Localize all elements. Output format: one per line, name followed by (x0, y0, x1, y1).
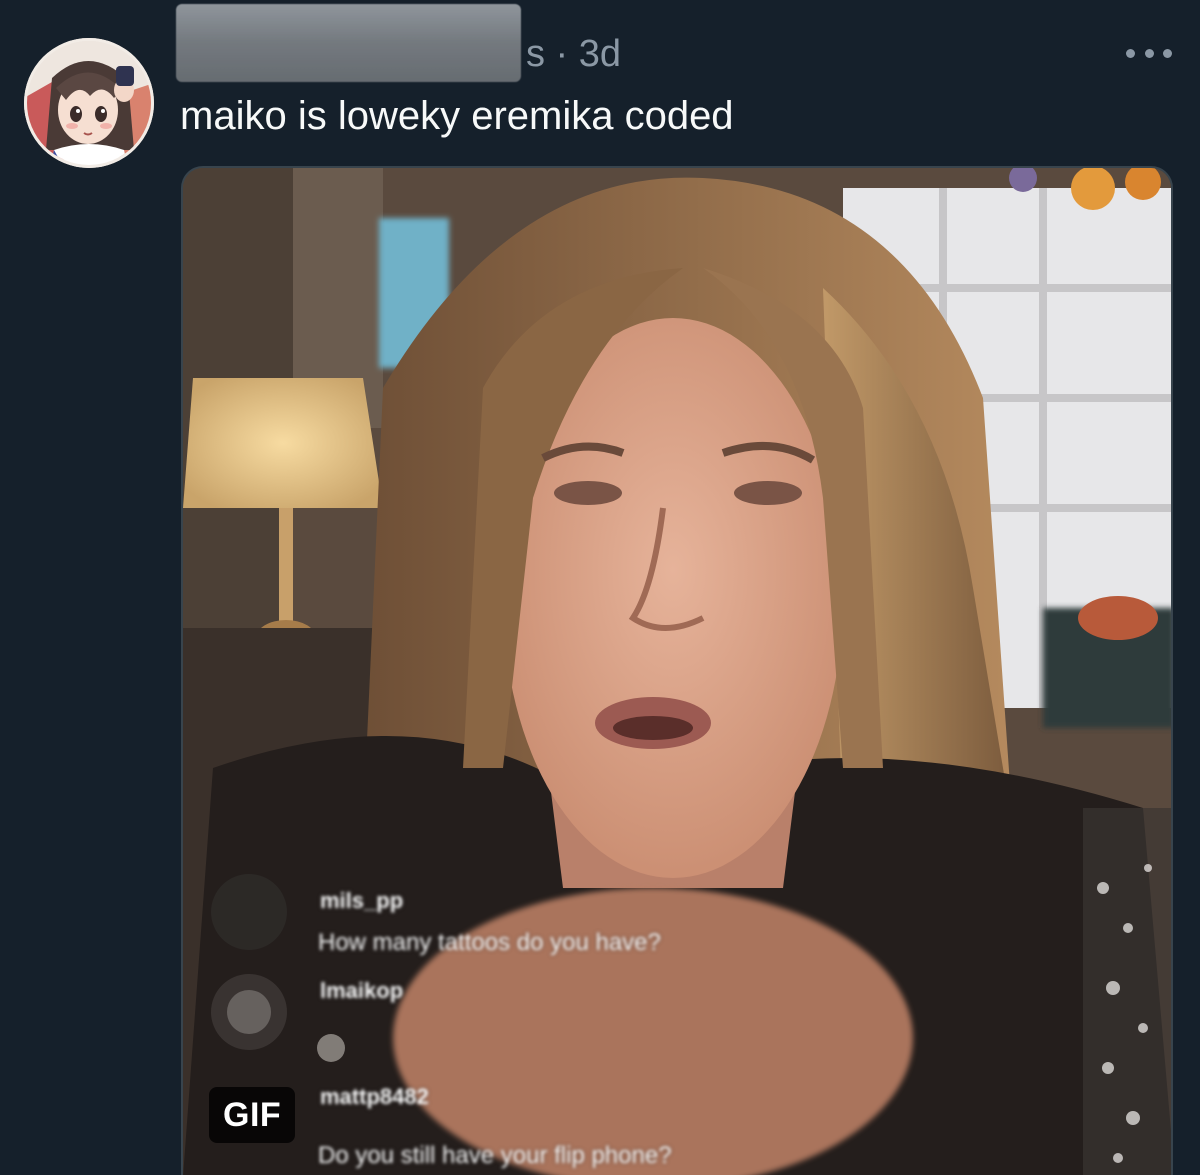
comment-username: mattp8482 (320, 1084, 429, 1109)
comment-text: Do you still have your flip phone? (318, 1142, 672, 1169)
comment-username: lmaikop (320, 978, 404, 1003)
redacted-username (176, 4, 521, 82)
post-text: maiko is loweky eremika coded (180, 94, 734, 138)
avatar[interactable] (24, 38, 154, 168)
gif-media[interactable] (181, 166, 1173, 1175)
comment-text: How many tattoos do you have? (318, 929, 661, 956)
gif-badge: GIF (209, 1087, 296, 1143)
more-horizontal-icon[interactable] (1126, 38, 1172, 68)
post-card: s · 3d maiko is loweky eremika coded mil… (0, 0, 1200, 1175)
comment-username: mils_pp (320, 888, 404, 913)
gif-frame (183, 168, 1171, 1175)
post-meta: s · 3d (526, 33, 622, 75)
avatar-illustration (27, 41, 151, 165)
